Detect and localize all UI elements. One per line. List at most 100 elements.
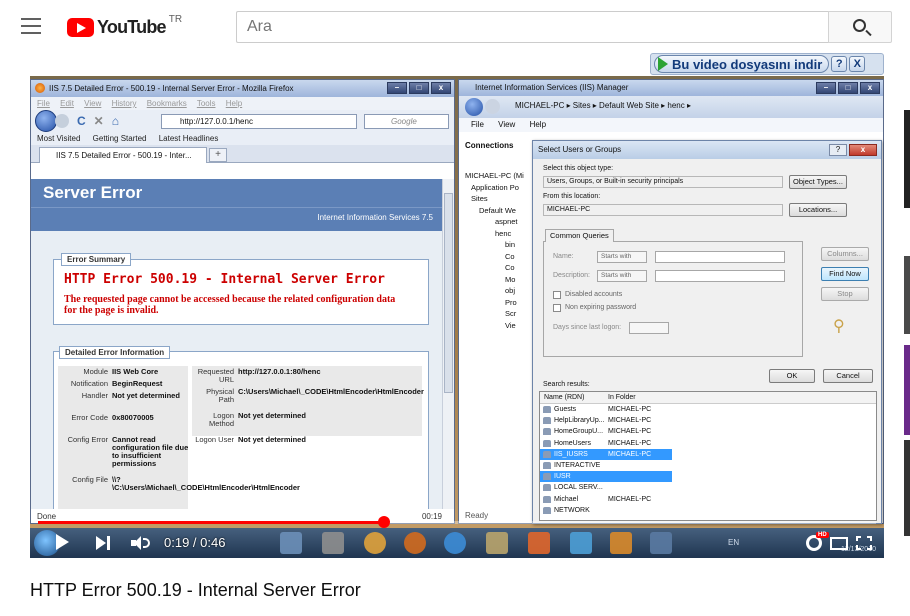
- result-name: Michael: [554, 495, 579, 503]
- iis-titlebar: Internet Information Services (IIS) Mana…: [459, 80, 883, 96]
- firefox-status-time: 00:19: [421, 512, 442, 521]
- forward-icon: [55, 114, 69, 128]
- iis-title: Internet Information Services (IIS) Mana…: [475, 83, 629, 92]
- result-row: HomeGroupU... MICHAEL-PC: [540, 426, 876, 437]
- days-since-label: Days since last logon:: [553, 324, 622, 331]
- search-input[interactable]: [236, 11, 828, 43]
- region-code: TR: [168, 14, 183, 25]
- download-help-button[interactable]: ?: [831, 56, 848, 72]
- detailed-error-box: Module IIS Web Core Notification BeginRequ…: [53, 351, 429, 509]
- time-display: 0:19 / 0:46: [164, 535, 226, 550]
- error-message: The requested page cannot be accessed be…: [64, 294, 396, 316]
- error-heading: HTTP Error 500.19 - Internal Server Erro…: [64, 272, 385, 287]
- close-icon: x: [431, 82, 451, 94]
- tree-node: Mo: [505, 274, 516, 284]
- result-name: IIS_IUSRS: [554, 450, 588, 458]
- result-row: HomeUsers MICHAEL-PC: [540, 438, 876, 449]
- iis-menu-help: Help: [529, 120, 547, 129]
- address-bar: http://127.0.0.1/henc: [161, 114, 357, 129]
- download-toolbar: Bu video dosyasını indir ? X: [650, 53, 884, 75]
- disabled-accounts-label: Disabled accounts: [565, 291, 623, 298]
- non-expiring-label: Non expiring password: [565, 304, 637, 311]
- user-group-icon: [543, 495, 551, 503]
- video-title: HTTP Error 500.19 - Internal Server Erro…: [30, 580, 361, 600]
- sidebar-thumbnail[interactable]: [904, 345, 910, 435]
- tree-node: obj: [505, 286, 516, 295]
- play-icon[interactable]: [56, 534, 69, 550]
- result-name: HomeUsers: [554, 439, 591, 447]
- download-video-button[interactable]: Bu video dosyasını indir: [654, 55, 830, 73]
- ok-button: OK: [769, 369, 815, 383]
- detailed-error-label: Detailed Error Information: [59, 346, 171, 359]
- sidebar-thumbnail[interactable]: [904, 440, 910, 536]
- hd-badge: HD: [816, 532, 829, 538]
- location-label: From this location:: [543, 193, 601, 200]
- menu-icon[interactable]: [21, 18, 41, 34]
- search-button[interactable]: [828, 11, 892, 43]
- select-users-dialog: Select Users or Groups ? x Select this o…: [532, 140, 882, 524]
- tree-node: Co: [505, 263, 515, 272]
- menu-history: History: [111, 99, 137, 108]
- result-row: LOCAL SERV...: [540, 482, 876, 493]
- fullscreen-icon[interactable]: [856, 536, 872, 550]
- result-folder: MICHAEL-PC: [608, 495, 652, 503]
- iis-breadcrumb: MICHAEL-PC ▸ Sites ▸ Default Web Site ▸ …: [515, 101, 691, 110]
- sidebar-thumbnail[interactable]: [904, 256, 910, 334]
- tree-node: MICHAEL-PC (Mi: [465, 171, 524, 180]
- volume-wave: [143, 538, 150, 548]
- bookmark-latest-headlines: Latest Headlines: [158, 134, 219, 143]
- result-folder: MICHAEL-PC: [608, 428, 652, 436]
- next-icon[interactable]: [96, 536, 110, 550]
- firefox-menubar: File Edit View History Bookmarks Tools H…: [31, 97, 454, 110]
- new-tab-icon: +: [209, 148, 227, 162]
- help-icon: ?: [829, 144, 847, 156]
- forward-icon: [485, 99, 500, 114]
- seek-bar[interactable]: [38, 516, 876, 528]
- close-icon: x: [860, 82, 880, 94]
- seek-handle[interactable]: [378, 516, 391, 528]
- result-row: Guests MICHAEL-PC: [540, 404, 876, 415]
- menu-bookmarks: Bookmarks: [146, 99, 187, 108]
- bookmark-getting-started: Getting Started: [92, 134, 147, 143]
- back-icon: [465, 98, 483, 116]
- connections-tree: MICHAEL-PC (Mi Application Po Sites Defa…: [465, 170, 524, 331]
- locations-button: Locations...: [789, 203, 847, 217]
- theater-mode-icon[interactable]: [830, 537, 848, 550]
- video-player[interactable]: IIS 7.5 Detailed Error - 500.19 - Intern…: [30, 76, 884, 558]
- iis-menu-file: File: [471, 120, 484, 129]
- firefox-navbar: C ✕ ⌂ http://127.0.0.1/henc Google: [31, 110, 454, 132]
- tree-node: Sites: [471, 194, 488, 203]
- result-name: LOCAL SERV...: [554, 484, 603, 492]
- youtube-play-icon: [67, 17, 94, 37]
- volume-icon[interactable]: [131, 536, 151, 550]
- result-folder: MICHAEL-PC: [608, 406, 652, 413]
- minimize-icon: –: [387, 82, 407, 94]
- description-label: Description:: [553, 272, 590, 279]
- browser-tab: IIS 7.5 Detailed Error - 500.19 - Inter.…: [39, 147, 207, 163]
- download-close-button[interactable]: X: [849, 56, 866, 72]
- result-name: NETWORK: [554, 506, 590, 514]
- result-row: IIS_IUSRS MICHAEL-PC: [540, 448, 672, 460]
- server-error-heading: Server Error: [31, 179, 443, 207]
- result-name: INTERACTIVE: [554, 461, 601, 469]
- cancel-button: Cancel: [823, 369, 873, 383]
- youtube-logo[interactable]: YouTube TR: [67, 14, 183, 39]
- user-group-icon: [543, 450, 551, 458]
- tree-node: Vie: [505, 320, 516, 330]
- result-folder: MICHAEL-PC: [608, 439, 652, 447]
- player-controls: 0:19 / 0:46 HD: [30, 528, 884, 558]
- bookmarks-bar: Most Visited Getting Started Latest Head…: [31, 132, 454, 145]
- result-row: NETWORK: [540, 505, 876, 516]
- maximize-icon: □: [409, 82, 429, 94]
- tab-common-queries: Common Queries: [545, 229, 614, 242]
- tree-node: Application Po: [471, 182, 519, 192]
- col-in-folder: In Folder: [608, 394, 636, 401]
- minimize-icon: –: [816, 82, 836, 94]
- masthead: YouTube TR: [0, 0, 910, 56]
- disabled-accounts-checkbox: [553, 291, 561, 299]
- sidebar-thumbnail[interactable]: [904, 110, 910, 208]
- scrollbar-thumb: [444, 193, 453, 393]
- user-group-icon: [543, 461, 551, 469]
- firefox-scrollbar: [442, 179, 454, 509]
- tree-node: bin: [505, 240, 516, 249]
